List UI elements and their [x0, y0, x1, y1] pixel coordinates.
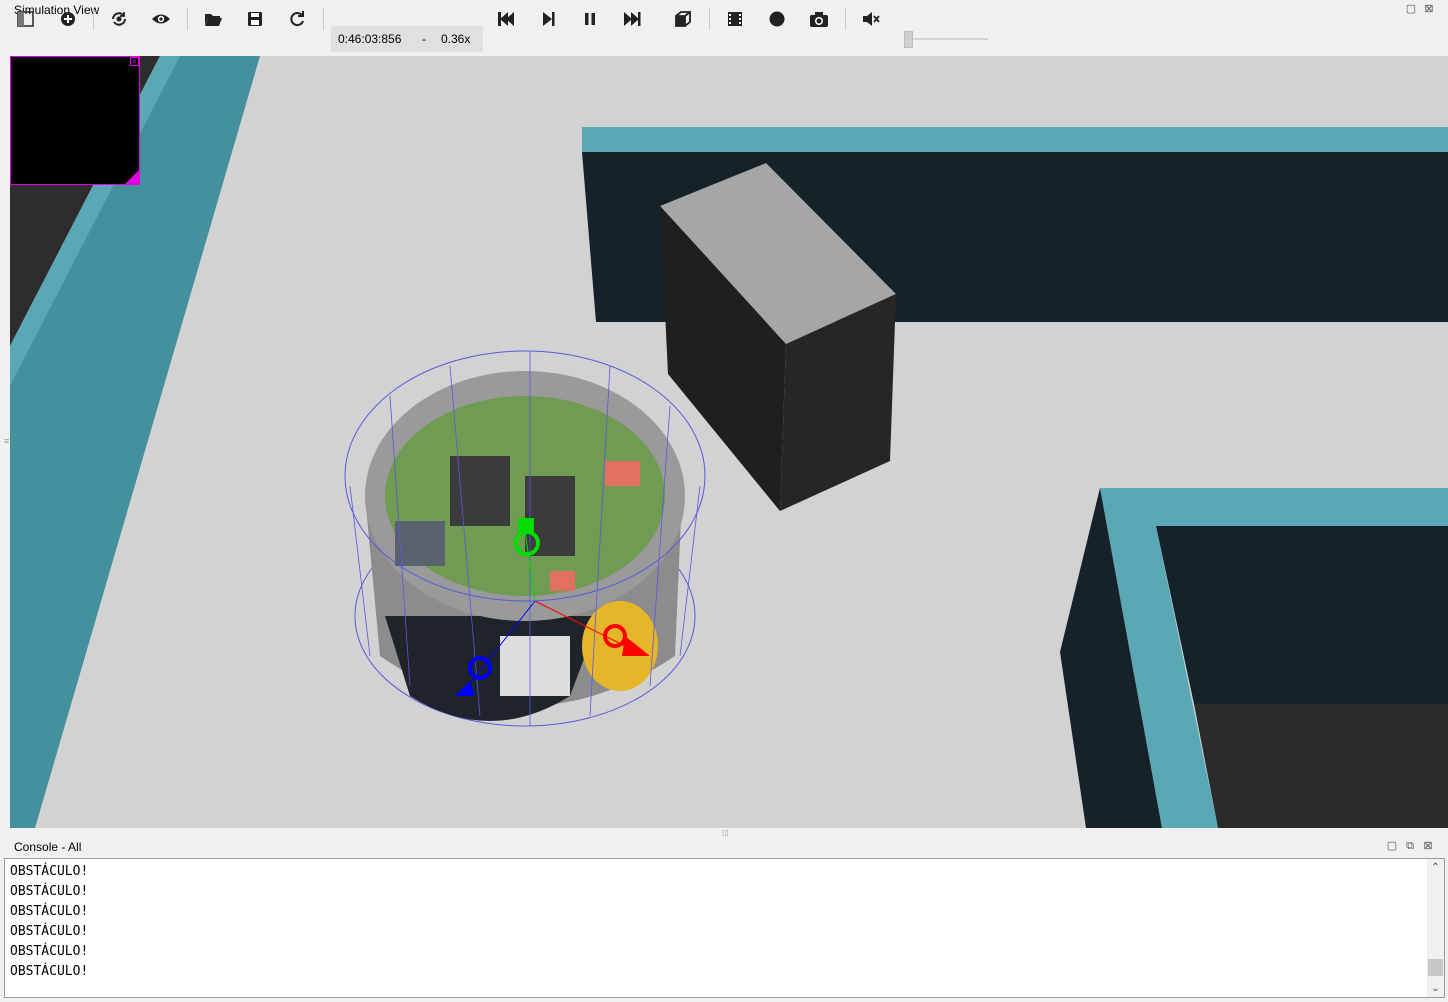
- speaker-muted-icon: [863, 12, 880, 26]
- 3d-scene[interactable]: [10, 56, 1448, 828]
- scroll-down-icon[interactable]: ⌄: [1430, 983, 1441, 994]
- screenshot-button[interactable]: [806, 6, 832, 32]
- console-lines: OBSTÁCULO! OBSTÁCULO! OBSTÁCULO! OBSTÁCU…: [10, 862, 88, 982]
- toggle-scene-tree-button[interactable]: [13, 6, 39, 32]
- scroll-up-icon[interactable]: ⌃: [1430, 862, 1441, 873]
- console-line: OBSTÁCULO!: [10, 904, 89, 919]
- step-button[interactable]: [535, 6, 561, 32]
- close-icon[interactable]: ⊠: [1422, 840, 1434, 852]
- pause-icon: [585, 13, 595, 25]
- overlay-close-icon[interactable]: ×: [130, 57, 139, 66]
- add-node-button[interactable]: [55, 6, 81, 32]
- plus-circle-icon: [61, 12, 75, 26]
- rotate-view-icon: [112, 12, 126, 26]
- folder-open-icon: [205, 14, 222, 26]
- console-window-controls: ▢ ⧉ ⊠: [1386, 840, 1434, 852]
- volume-slider-thumb[interactable]: [904, 31, 913, 48]
- simulation-time-display: 0:46:03:856 - 0.36x: [331, 26, 483, 52]
- rendering-button[interactable]: [670, 6, 696, 32]
- pause-button[interactable]: [577, 6, 603, 32]
- console-line: OBSTÁCULO!: [10, 924, 89, 939]
- change-viewpoint-button[interactable]: [106, 6, 132, 32]
- simulation-time: 0:46:03:856: [338, 32, 402, 46]
- save-world-button[interactable]: [242, 6, 268, 32]
- mute-button[interactable]: [858, 6, 884, 32]
- reload-icon: [290, 11, 304, 27]
- float-icon[interactable]: ⧉: [1404, 840, 1416, 852]
- film-icon: [728, 12, 742, 26]
- step-icon: [543, 12, 555, 26]
- console-line: OBSTÁCULO!: [10, 964, 89, 979]
- fast-forward-button[interactable]: [619, 6, 645, 32]
- camera-overlay[interactable]: ×: [10, 56, 140, 185]
- volume-slider[interactable]: [904, 30, 988, 48]
- camera-icon: [810, 12, 828, 27]
- console-scrollbar[interactable]: ⌃ ⌄: [1427, 859, 1444, 997]
- 3d-viewport[interactable]: ×: [10, 56, 1448, 828]
- overlay-resize-handle[interactable]: [125, 170, 139, 184]
- save-icon: [248, 12, 262, 26]
- console-line: OBSTÁCULO!: [10, 944, 89, 959]
- scrollbar-thumb[interactable]: [1428, 959, 1443, 976]
- splitter-grip-icon[interactable]: ⁞⁞⁞: [722, 829, 729, 838]
- console-line: OBSTÁCULO!: [10, 884, 89, 899]
- time-separator: -: [422, 32, 426, 46]
- cube-icon: [675, 11, 691, 27]
- side-splitter-handle[interactable]: ≡: [4, 436, 9, 446]
- panel-icon: [17, 11, 34, 27]
- record-movie-button[interactable]: [722, 6, 748, 32]
- skip-back-icon: [498, 12, 514, 26]
- record-animation-button[interactable]: [764, 6, 790, 32]
- console-output[interactable]: OBSTÁCULO! OBSTÁCULO! OBSTÁCULO! OBSTÁCU…: [4, 858, 1445, 998]
- record-icon: [769, 11, 785, 27]
- horizontal-splitter[interactable]: ⁞⁞⁞: [0, 828, 1448, 838]
- reset-simulation-button[interactable]: [493, 6, 519, 32]
- close-icon[interactable]: ⊠: [1423, 3, 1435, 15]
- maximize-icon[interactable]: ▢: [1405, 3, 1417, 15]
- eye-icon: [152, 14, 170, 24]
- open-world-button[interactable]: [200, 6, 226, 32]
- simulation-speed: 0.36x: [441, 32, 471, 46]
- reload-world-button[interactable]: [284, 6, 310, 32]
- console-title: Console - All: [14, 840, 82, 854]
- view-options-button[interactable]: [148, 6, 174, 32]
- fast-forward-icon: [624, 12, 641, 26]
- maximize-icon[interactable]: ▢: [1386, 840, 1398, 852]
- console-line: OBSTÁCULO!: [10, 864, 89, 879]
